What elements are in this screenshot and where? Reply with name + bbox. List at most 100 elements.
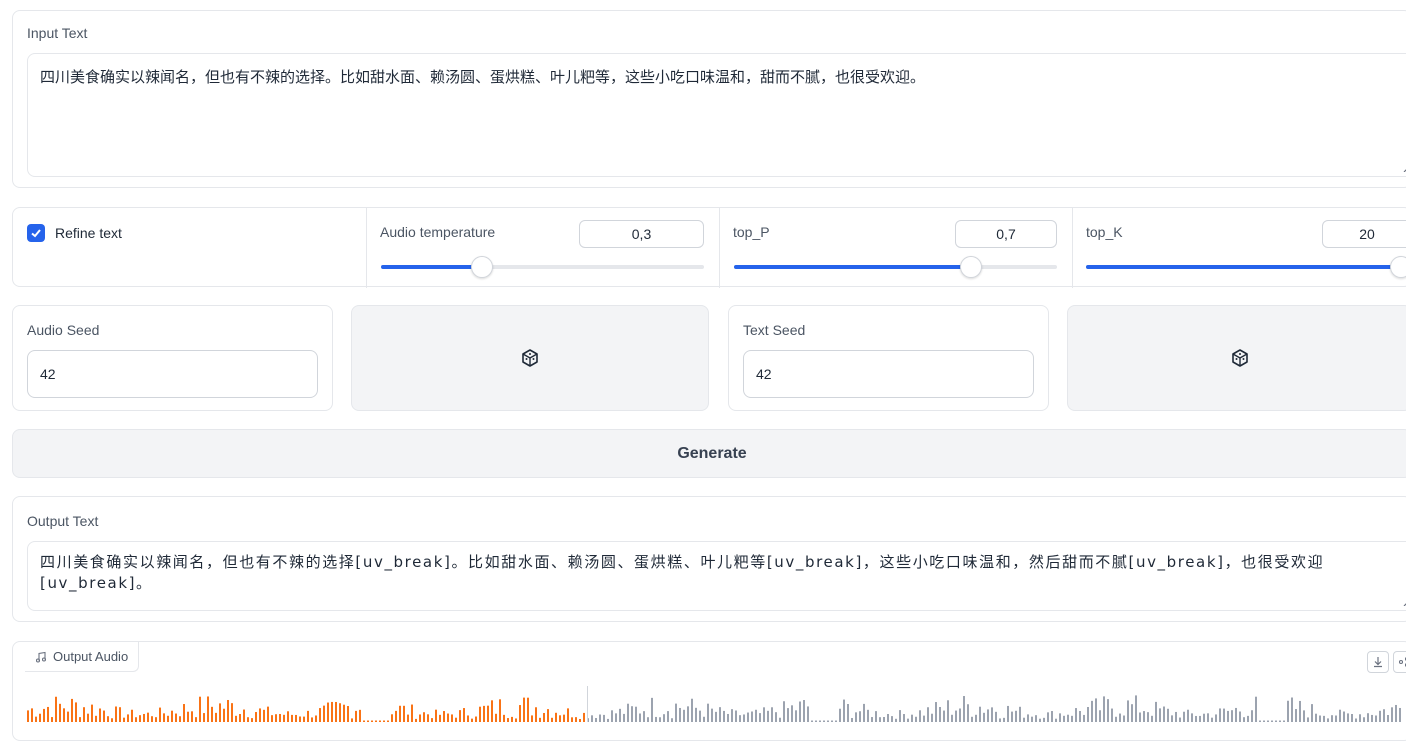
waveform-bar (839, 709, 841, 722)
waveform-bar (1323, 716, 1325, 722)
waveform-bar (1259, 721, 1261, 723)
waveform-bar (1315, 714, 1317, 722)
waveform-bar (543, 713, 545, 722)
waveform-bar (311, 717, 313, 722)
waveform-bar (283, 715, 285, 722)
waveform-bar (851, 718, 853, 722)
audio-temperature-slider-thumb[interactable] (471, 256, 493, 278)
waveform-bar (1275, 721, 1277, 723)
waveform-bar (903, 714, 905, 722)
waveform-bar (251, 718, 253, 722)
top-k-input[interactable]: 20 (1322, 220, 1406, 248)
waveform-bar (119, 707, 121, 722)
top-p-label: top_P (733, 224, 770, 240)
waveform-bar (151, 716, 153, 722)
refine-text-checkbox[interactable] (27, 224, 45, 242)
waveform-bar (159, 708, 161, 722)
audio-seed-dice-button[interactable] (351, 305, 709, 411)
refine-text-label: Refine text (55, 225, 122, 241)
audio-seed-input[interactable]: 42 (27, 350, 318, 398)
waveform-bar (691, 699, 693, 722)
waveform-bar (867, 710, 869, 722)
waveform-bar (975, 715, 977, 722)
input-text-label: Input Text (27, 25, 87, 41)
waveform-bar (127, 714, 129, 722)
waveform-bar (167, 716, 169, 722)
waveform-bar (779, 718, 781, 722)
top-k-slider-thumb[interactable] (1390, 256, 1406, 278)
waveform-bar (395, 711, 397, 722)
text-seed-panel: Text Seed 42 (728, 305, 1049, 411)
waveform-bar (1307, 717, 1309, 722)
input-text-area[interactable]: 四川美食确实以辣闻名，但也有不辣的选择。比如甜水面、赖汤圆、蛋烘糕、叶儿粑等，这… (27, 53, 1406, 177)
text-seed-dice-button[interactable] (1067, 305, 1406, 411)
waveform-bar (1227, 711, 1229, 722)
waveform-bar (1087, 707, 1089, 722)
waveform-bar (1235, 708, 1237, 722)
divider (1072, 208, 1073, 288)
waveform-bar (875, 711, 877, 722)
waveform-bar (771, 707, 773, 722)
audio-temperature-input[interactable]: 0,3 (579, 220, 704, 248)
top-p-slider[interactable] (734, 265, 1057, 269)
waveform-bar (1003, 718, 1005, 722)
waveform-bar (83, 707, 85, 722)
waveform-bar (1175, 712, 1177, 722)
waveform-bar (71, 699, 73, 722)
top-p-input[interactable]: 0,7 (955, 220, 1057, 248)
waveform-bar (367, 721, 369, 723)
waveform-bar (659, 717, 661, 722)
waveform-bar (79, 717, 81, 722)
waveform-bar (1083, 715, 1085, 722)
resize-grip-icon[interactable] (1402, 596, 1406, 606)
audio-temperature-slider[interactable] (381, 265, 704, 269)
top-k-label: top_K (1086, 224, 1123, 240)
waveform-bar (955, 711, 957, 722)
waveform-bar (1187, 710, 1189, 722)
text-seed-label: Text Seed (743, 322, 805, 338)
waveform-bar (75, 702, 77, 722)
waveform-bar (1063, 716, 1065, 722)
waveform-bar (751, 711, 753, 722)
waveform-bar (855, 712, 857, 722)
audio-waveform[interactable] (13, 684, 1406, 724)
waveform-bar (135, 717, 137, 722)
waveform-bar (379, 721, 381, 723)
waveform-bar (583, 713, 585, 722)
output-text-area[interactable]: 四川美食确实以辣闻名，但也有不辣的选择[uv_break]。比如甜水面、赖汤圆、… (27, 541, 1406, 611)
top-p-slider-thumb[interactable] (960, 256, 982, 278)
audio-seed-label: Audio Seed (27, 322, 99, 338)
dice-icon (520, 348, 540, 368)
waveform-bar (259, 708, 261, 722)
waveform-bar (191, 711, 193, 722)
waveform-bar (931, 714, 933, 722)
download-button[interactable] (1367, 651, 1389, 673)
top-k-slider[interactable] (1086, 265, 1404, 269)
waveform-bar (695, 708, 697, 722)
playhead-cursor[interactable] (587, 686, 588, 722)
waveform-bar (139, 715, 141, 722)
share-button[interactable] (1393, 651, 1406, 673)
dice-icon (1230, 348, 1250, 368)
audio-temperature-label: Audio temperature (380, 224, 495, 240)
waveform-bar (1359, 714, 1361, 722)
waveform-bar (1139, 712, 1141, 722)
waveform-bar (67, 712, 69, 722)
generate-button[interactable]: Generate (12, 429, 1406, 478)
waveform-bar (1195, 716, 1197, 722)
waveform-bar (651, 698, 653, 722)
waveform-bar (43, 709, 45, 722)
text-seed-input[interactable]: 42 (743, 350, 1034, 398)
waveform-bar (559, 715, 561, 722)
waveform-bar (891, 716, 893, 722)
waveform-bar (299, 716, 301, 722)
waveform-bar (275, 714, 277, 722)
resize-grip-icon[interactable] (1402, 162, 1406, 172)
waveform-bar (759, 713, 761, 722)
waveform-bar (547, 709, 549, 722)
waveform-bar (615, 713, 617, 722)
waveform-bar (747, 713, 749, 722)
waveform-bar (1363, 717, 1365, 722)
waveform-bar (483, 706, 485, 722)
refine-text-checkbox-group[interactable]: Refine text (27, 224, 122, 242)
